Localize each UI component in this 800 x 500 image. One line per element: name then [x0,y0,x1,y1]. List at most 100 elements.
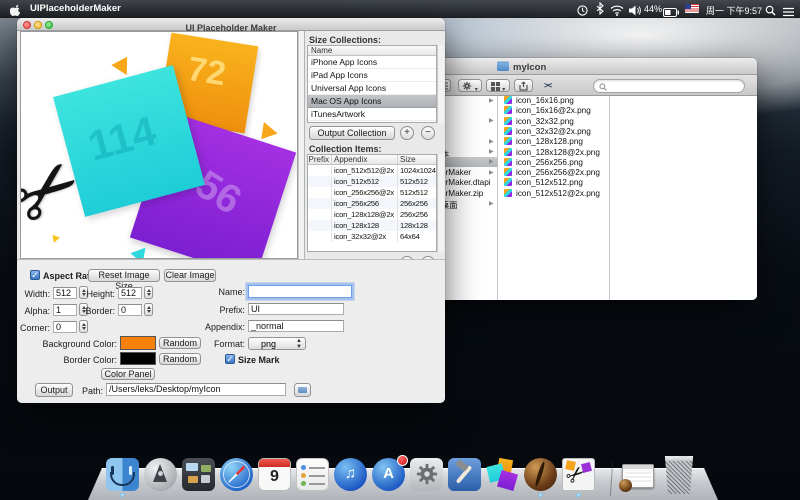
items-scrollbar[interactable] [437,154,444,252]
dock-itunes-icon[interactable]: ♫ [334,458,367,491]
table-row[interactable]: icon_512x512512x512 [308,176,436,187]
corner-stepper[interactable] [79,320,88,333]
dock-app-window-preview-icon[interactable]: ✂ [562,458,595,491]
collection-row[interactable]: iPad App Icons [308,69,436,82]
file-row[interactable]: icon_32x32@2x.png [499,126,610,136]
items-header-size[interactable]: Size [398,155,436,164]
clear-image-button[interactable]: Clear Image [164,269,216,282]
notification-center-icon[interactable] [783,4,794,22]
minimize-button[interactable] [34,21,42,29]
dock-calendar-icon[interactable]: 9 [258,458,291,491]
collections-header[interactable]: Name [308,46,436,56]
menubar-clock[interactable]: 周一 下午9:57 [706,4,762,17]
dock-trash-icon[interactable] [663,456,695,494]
height-input[interactable]: 512 [118,287,142,299]
finder-search-input[interactable] [593,79,745,93]
appendix-input[interactable]: _normal [248,320,344,332]
items-header-row[interactable]: Prefix Appendix Size [308,155,436,165]
items-header-prefix[interactable]: Prefix [308,155,332,164]
file-row[interactable]: icon_256x256@2x.png [499,167,610,177]
volume-menu-icon[interactable] [629,3,642,21]
dock-mission-control-icon[interactable] [182,458,215,491]
output-collection-button[interactable]: Output Collection [309,126,395,140]
height-stepper[interactable] [144,286,153,299]
app-running-light [576,493,581,497]
collection-row[interactable]: Mac OS App Icons [308,95,436,108]
alpha-input[interactable]: 1 [53,304,77,316]
remove-collection-button[interactable]: − [421,126,435,140]
close-button[interactable] [23,21,31,29]
file-row[interactable]: icon_512x512.png [499,177,610,187]
app-window[interactable]: UI Placeholder Maker 72 56 114 ✂ Size Co… [17,18,445,403]
file-row[interactable]: icon_16x16.png [499,96,610,105]
border-input[interactable]: 0 [118,304,142,316]
finder-preview-column [611,96,757,300]
dock-system-preferences-icon[interactable] [410,458,443,491]
prefix-input[interactable]: UI [248,303,344,315]
file-row[interactable]: icon_32x32.png [499,116,610,126]
format-dropdown[interactable]: png ▲▼ [248,337,306,350]
file-row[interactable]: icon_512x512@2x.png [499,188,610,198]
path-input[interactable]: /Users/leks/Desktop/myIcon [106,383,286,396]
collection-items-label: Collection Items: [309,144,382,154]
menubar-app-name[interactable]: UIPlaceholderMaker [30,3,121,14]
dock-finder-icon[interactable] [106,458,139,491]
collection-row[interactable]: iPhone App Icons [308,56,436,69]
width-input[interactable]: 512 [53,287,77,299]
table-row[interactable]: icon_256x256@2x512x512 [308,187,436,198]
wifi-menu-icon[interactable] [610,3,624,21]
items-header-appendix[interactable]: Appendix [332,155,398,164]
dock-appstore-icon[interactable]: A [372,458,405,491]
spotlight-icon[interactable] [765,3,776,21]
border-stepper[interactable] [144,303,153,316]
action-gear-button[interactable]: ▾ [458,79,482,92]
collection-items-table[interactable]: Prefix Appendix Size icon_512x512@2x1024… [307,154,437,252]
collections-table[interactable]: Name iPhone App IconsiPad App IconsUnive… [307,45,437,123]
background-color-swatch[interactable] [120,336,156,350]
corner-input[interactable]: 0 [53,321,77,333]
table-row[interactable]: icon_32x32@2x64x64 [308,231,436,242]
browse-folder-button[interactable] [294,383,311,397]
dock-reminders-icon[interactable] [296,458,329,491]
dock-coffee-bean-icon[interactable] [524,458,557,491]
name-input[interactable] [248,285,352,298]
file-row[interactable]: icon_128x128.png [499,136,610,146]
table-row[interactable]: icon_512x512@2x1024x1024 [308,165,436,176]
app-titlebar[interactable]: UI Placeholder Maker [17,18,445,31]
chevron-right-icon: ▶ [489,169,494,176]
output-button[interactable]: Output [35,383,73,397]
table-row[interactable]: icon_256x256256x256 [308,198,436,209]
share-button[interactable] [514,79,533,92]
dock-minimized-window[interactable] [622,464,654,488]
collections-scrollbar[interactable] [437,45,444,123]
reset-image-size-button[interactable]: Reset Image Size [88,269,160,282]
collapse-button[interactable]: >< [544,81,551,90]
size-mark-checkbox[interactable]: ✓ [225,354,235,364]
collection-row[interactable]: Universal App Icons [308,82,436,95]
file-row[interactable]: icon_16x16@2x.png [499,105,610,115]
dock-uiplaceholdermaker-icon[interactable] [486,458,519,491]
dock-xcode-icon[interactable] [448,458,481,491]
dock-safari-icon[interactable] [220,458,253,491]
color-panel-button[interactable]: Color Panel [101,368,155,380]
collection-row[interactable]: iTunesArtwork [308,108,436,121]
calendar-day: 9 [259,468,290,486]
finder-files-column: icon_16x16.pngicon_16x16@2x.pngicon_32x3… [499,96,610,300]
dock-launchpad-icon[interactable] [144,458,177,491]
aspect-ratio-checkbox[interactable]: ✓ [30,270,40,280]
clock-menu-icon[interactable] [577,3,588,21]
apple-menu-icon[interactable] [10,3,22,21]
border-random-button[interactable]: Random [159,353,201,365]
preview-canvas[interactable]: 72 56 114 ✂ [20,31,298,259]
battery-menu-icon[interactable] [663,4,679,22]
file-row[interactable]: icon_128x128@2x.png [499,147,610,157]
table-row[interactable]: icon_128x128128x128 [308,220,436,231]
arrange-button[interactable]: ▾ [486,79,510,92]
zoom-button[interactable] [45,21,53,29]
table-row[interactable]: icon_128x128@2x256x256 [308,209,436,220]
border-color-swatch[interactable] [120,352,156,365]
input-language-flag-icon[interactable] [685,4,699,13]
bluetooth-menu-icon[interactable] [596,2,604,20]
add-collection-button[interactable]: + [400,126,414,140]
file-row[interactable]: icon_256x256.png [499,157,610,167]
